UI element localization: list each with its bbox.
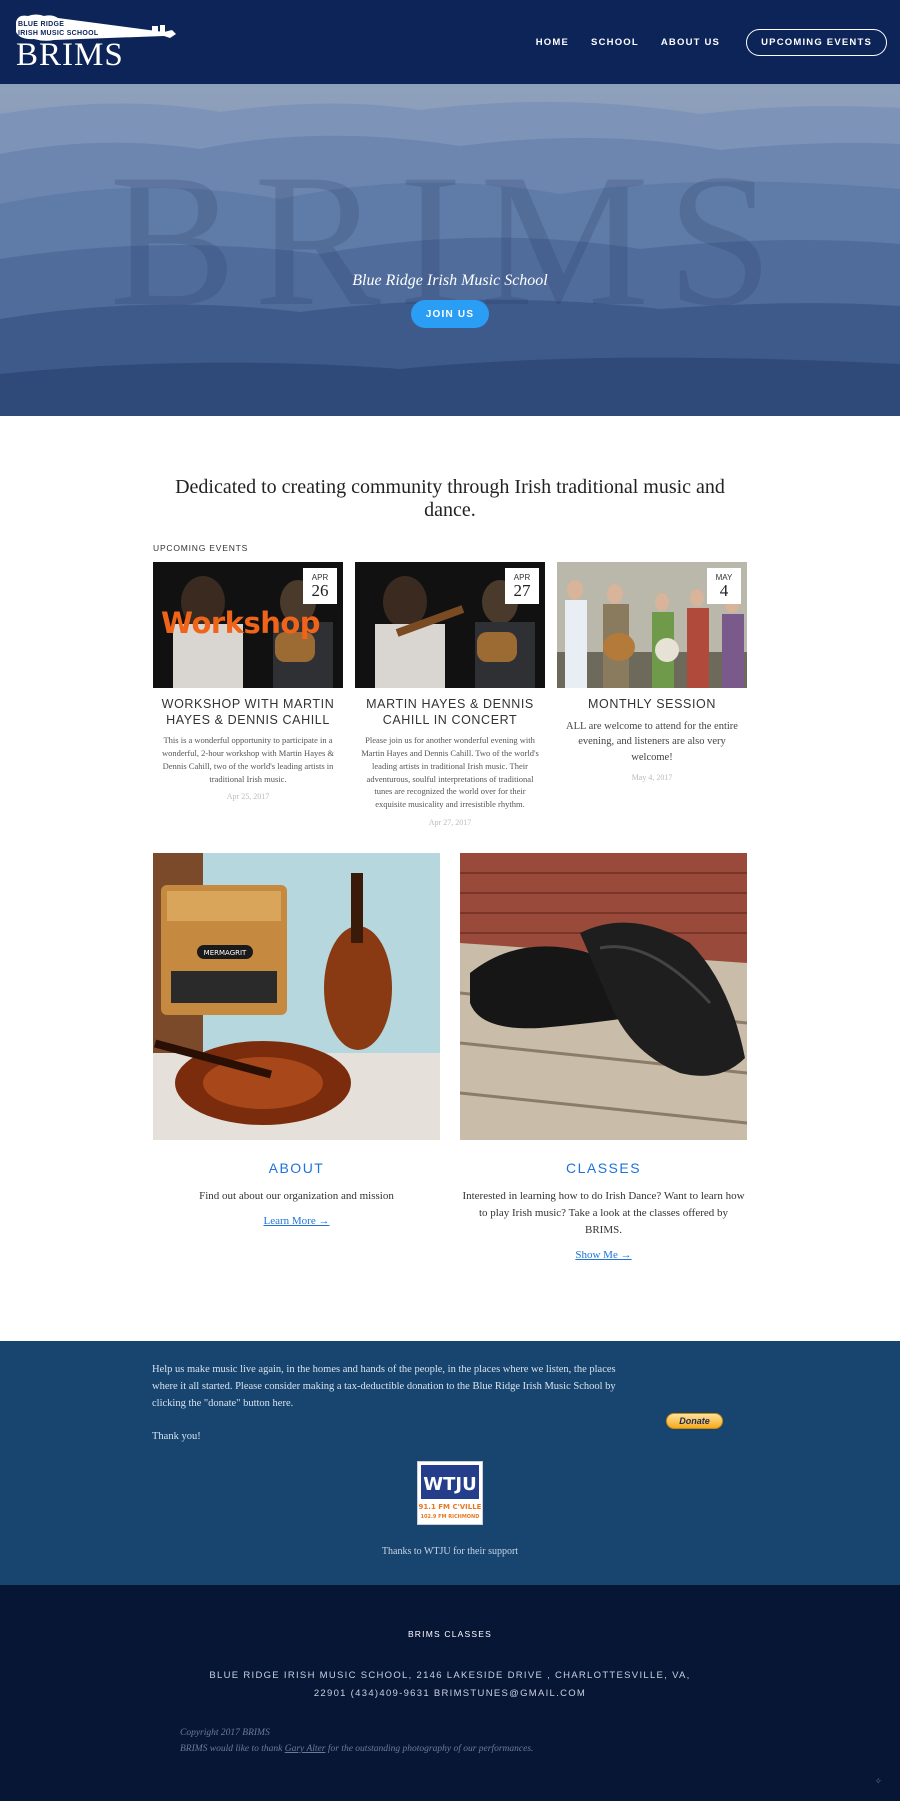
event-month: APR [513, 573, 531, 582]
workshop-overlay-text: Workshop [161, 606, 321, 640]
event-description: ALL are welcome to attend for the entire… [566, 720, 738, 764]
event-description: This is a wonderful opportunity to parti… [161, 735, 335, 784]
about-text: Find out about our organization and miss… [199, 1189, 394, 1202]
donation-text: Help us make music live again, in the ho… [152, 1361, 632, 1445]
event-posted-date: Apr 27, 2017 [428, 817, 472, 827]
join-us-button[interactable]: JOIN US [411, 300, 489, 328]
event-date-badge: MAY 4 [707, 568, 741, 604]
event-card[interactable]: Workshop APR 26 WORKSHOP WITH MARTIN HAY… [153, 562, 343, 827]
classes-text: Interested in learning how to do Irish D… [462, 1189, 745, 1236]
wtju-wordmark: WTJU [423, 1474, 476, 1495]
logo-brand: BRIMS [16, 37, 124, 73]
event-date-badge: APR 26 [303, 568, 337, 604]
donate-button[interactable]: Donate [666, 1412, 723, 1429]
footer-copyright: Copyright 2017 BRIMS BRIMS would like to… [180, 1725, 533, 1757]
donation-thank-you: Thank you! [152, 1430, 201, 1442]
event-day: 26 [311, 581, 329, 600]
event-title[interactable]: MONTHLY SESSION [557, 697, 747, 713]
wtju-frequency-1: 91.1 FM C'VILLE [419, 1503, 482, 1511]
hero-tagline: Blue Ridge Irish Music School [352, 272, 548, 289]
mission-statement: Dedicated to creating community through … [175, 476, 725, 521]
logo-tagline-1: BLUE RIDGE [18, 21, 65, 28]
instruments-photo[interactable]: MERMAGRIT [153, 852, 440, 1140]
upcoming-events-button[interactable]: UPCOMING EVENTS [746, 28, 887, 56]
event-photo[interactable]: Workshop APR 26 [153, 562, 343, 688]
classes-heading: CLASSES [565, 1159, 642, 1176]
site-header: BLUE RIDGE IRISH MUSIC SCHOOL BRIMS HOME… [0, 0, 900, 84]
sponsor-thanks: Thanks to WTJU for their support [381, 1545, 519, 1557]
main-nav: HOME SCHOOL ABOUT US UPCOMING EVENTS [536, 28, 887, 56]
dance-shoes-photo[interactable] [460, 852, 747, 1140]
brims-logo[interactable]: BLUE RIDGE IRISH MUSIC SCHOOL BRIMS [14, 12, 179, 72]
upcoming-events-label: UPCOMING EVENTS [153, 543, 249, 553]
nav-about-us[interactable]: ABOUT US [661, 37, 720, 48]
event-posted-date: May 4, 2017 [631, 772, 673, 782]
event-month: APR [311, 573, 329, 582]
address-line-1: BLUE RIDGE IRISH MUSIC SCHOOL, 2146 LAKE… [209, 1669, 691, 1681]
event-date-badge: APR 27 [505, 568, 539, 604]
copyright-text: Copyright 2017 BRIMS [180, 1727, 270, 1738]
event-month: MAY [715, 573, 733, 582]
about-heading: ABOUT [268, 1159, 325, 1176]
site-footer: BRIMS CLASSES BLUE RIDGE IRISH MUSIC SCH… [0, 1584, 900, 1801]
nav-school[interactable]: SCHOOL [591, 37, 639, 48]
feature-blocks: MERMAGRIT ABOUT Find out about our organ… [153, 852, 747, 1263]
show-me-link[interactable]: Show Me → [575, 1249, 631, 1261]
event-description: Please join us for another wonderful eve… [361, 735, 539, 809]
about-feature: MERMAGRIT ABOUT Find out about our organ… [153, 852, 440, 1263]
events-list: Workshop APR 26 WORKSHOP WITH MARTIN HAY… [153, 562, 747, 827]
event-day: 4 [719, 581, 729, 600]
footer-address: BLUE RIDGE IRISH MUSIC SCHOOL, 2146 LAKE… [0, 1667, 900, 1703]
accordion-badge-text: MERMAGRIT [204, 949, 247, 957]
irish-dance-shoes-image [460, 852, 747, 1140]
logo-tagline-2: IRISH MUSIC SCHOOL [18, 30, 99, 37]
classes-feature: CLASSES Interested in learning how to do… [460, 852, 747, 1263]
event-title[interactable]: WORKSHOP WITH MARTIN HAYES & DENNIS CAHI… [153, 697, 343, 728]
event-title[interactable]: MARTIN HAYES & DENNIS CAHILL IN CONCERT [355, 697, 545, 728]
donation-paragraph: Help us make music live again, in the ho… [152, 1363, 616, 1409]
photo-credit: BRIMS would like to thank Gary Alter for… [180, 1741, 533, 1757]
event-posted-date: Apr 25, 2017 [226, 792, 270, 802]
hero-banner: BRIMS Blue Ridge Irish Music School JOIN… [0, 84, 900, 416]
event-day: 27 [513, 581, 531, 600]
main-content: Dedicated to creating community through … [153, 416, 747, 1263]
event-card[interactable]: APR 27 MARTIN HAYES & DENNIS CAHILL IN C… [355, 562, 545, 827]
wtju-logo[interactable]: WTJU 91.1 FM C'VILLE 102.9 FM RICHMOND [417, 1460, 483, 1525]
footer-heading: BRIMS CLASSES [407, 1628, 493, 1639]
learn-more-link[interactable]: Learn More → [264, 1215, 330, 1227]
event-photo[interactable]: MAY 4 [557, 562, 747, 688]
wtju-frequency-2: 102.9 FM RICHMOND [421, 1514, 480, 1520]
event-card[interactable]: MAY 4 MONTHLY SESSION ALL are welcome to… [557, 562, 747, 827]
wtju-logo-icon: WTJU 91.1 FM C'VILLE 102.9 FM RICHMOND [419, 1464, 482, 1520]
accordion-and-fiddles-image: MERMAGRIT [153, 852, 440, 1140]
donation-section: Help us make music live again, in the ho… [0, 1340, 900, 1585]
event-photo[interactable]: APR 27 [355, 562, 545, 688]
squarespace-icon[interactable]: ✧ [874, 1776, 882, 1787]
nav-home[interactable]: HOME [536, 37, 569, 48]
address-line-2[interactable]: 22901 (434)409-9631 BRIMSTUNES@GMAIL.COM [0, 1685, 900, 1703]
